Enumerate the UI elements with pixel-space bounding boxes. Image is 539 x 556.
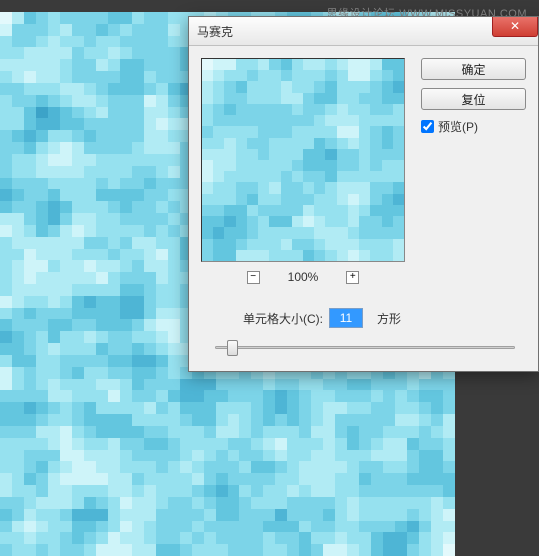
cell-size-row: 单元格大小(C): 方形 (243, 308, 526, 328)
cell-size-unit: 方形 (377, 310, 401, 327)
reset-button[interactable]: 复位 (421, 88, 526, 110)
zoom-out-button[interactable]: − (247, 271, 260, 284)
slider-track (215, 346, 515, 349)
zoom-controls: − 100% + (201, 270, 405, 284)
cell-size-label: 单元格大小(C): (243, 310, 323, 327)
ok-button[interactable]: 确定 (421, 58, 526, 80)
mosaic-dialog: 马赛克 ✕ − 100% + 单元格大小(C): 方形 确定 复位 预览(P) (188, 16, 539, 372)
zoom-percent: 100% (288, 270, 319, 284)
preview-checkbox[interactable] (421, 120, 434, 133)
preview-area[interactable] (201, 58, 405, 262)
preview-mosaic (202, 59, 404, 261)
preview-checkbox-label: 预览(P) (438, 118, 478, 135)
dialog-right-panel: 确定 复位 预览(P) (421, 58, 526, 135)
cell-size-input[interactable] (329, 308, 363, 328)
zoom-in-button[interactable]: + (346, 271, 359, 284)
dialog-title: 马赛克 (197, 23, 233, 40)
dialog-body: − 100% + 单元格大小(C): 方形 确定 复位 预览(P) (189, 46, 538, 371)
slider-thumb[interactable] (227, 340, 238, 356)
preview-checkbox-row[interactable]: 预览(P) (421, 118, 526, 135)
dialog-titlebar[interactable]: 马赛克 ✕ (189, 17, 538, 46)
cell-size-slider[interactable] (215, 338, 515, 358)
close-button[interactable]: ✕ (492, 17, 538, 37)
